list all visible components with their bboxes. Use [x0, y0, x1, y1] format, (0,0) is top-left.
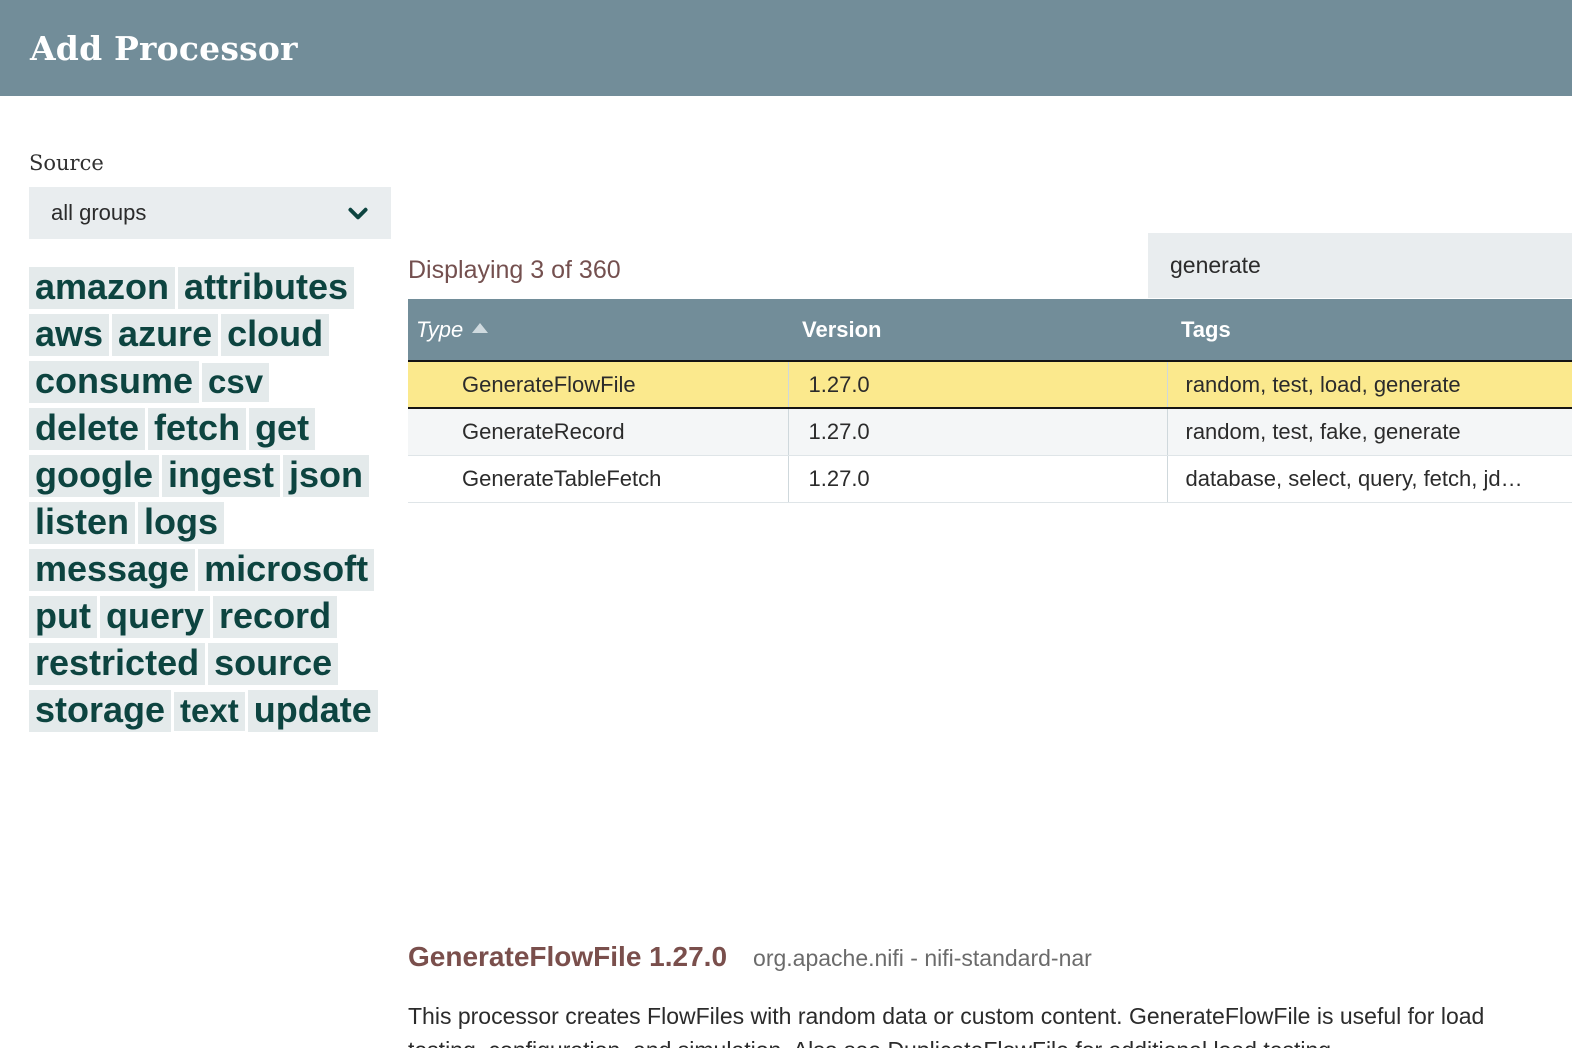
- table-body: GenerateFlowFile 1.27.0 random, test, load…: [408, 360, 1572, 503]
- table-cell-type: GenerateFlowFile: [408, 360, 788, 409]
- tag-cloud[interactable]: cloud: [221, 314, 330, 356]
- table-header: Type Version Tags: [408, 299, 1572, 361]
- table-cell-version: 1.27.0: [787, 360, 1167, 409]
- tag-csv[interactable]: csv: [202, 363, 270, 402]
- tag-record[interactable]: record: [213, 596, 338, 638]
- dialog-body: Source all groups amazon attributes aws azu…: [0, 96, 1572, 1048]
- table-cell-tags: database, select, query, fetch, jd…: [1166, 455, 1572, 503]
- results-count: Displaying 3 of 360: [408, 256, 621, 284]
- detail-description: This processor creates FlowFiles with ra…: [408, 1003, 1485, 1048]
- page-title: Add Processor: [30, 28, 298, 68]
- detail-bundle: org.apache.nifi - nifi-standard-nar: [753, 945, 1092, 971]
- tag-cloud: amazon attributes aws azure cloud consume csv d…: [29, 267, 391, 737]
- sort-ascending-icon: [472, 322, 489, 333]
- column-header-type[interactable]: Type: [408, 299, 788, 361]
- tag-message[interactable]: message: [29, 549, 196, 591]
- table-row[interactable]: GenerateRecord 1.27.0 random, test, fake, …: [408, 408, 1572, 456]
- table-row[interactable]: GenerateTableFetch 1.27.0 database, select…: [408, 455, 1572, 503]
- table-cell-tags: random, test, load, generate: [1166, 360, 1572, 409]
- table-cell-version: 1.27.0: [787, 455, 1167, 503]
- table-cell-tags: random, test, fake, generate: [1166, 408, 1572, 456]
- tag-source[interactable]: source: [208, 643, 339, 685]
- source-label: Source: [29, 151, 104, 175]
- tag-restricted[interactable]: restricted: [29, 643, 206, 685]
- source-group-select-value: all groups: [51, 200, 147, 225]
- tag-aws[interactable]: aws: [29, 314, 110, 356]
- tag-text[interactable]: text: [174, 692, 245, 731]
- table-row[interactable]: GenerateFlowFile 1.27.0 random, test, load…: [408, 360, 1572, 409]
- tag-azure[interactable]: azure: [112, 314, 219, 356]
- tag-attributes[interactable]: attributes: [178, 267, 355, 309]
- tag-fetch[interactable]: fetch: [148, 408, 247, 450]
- tag-put[interactable]: put: [29, 596, 97, 638]
- processor-table: Type Version Tags GenerateFlowFile 1.27.0…: [408, 299, 1572, 503]
- detail-headline: GenerateFlowFile 1.27.0 org.apache.nifi …: [408, 941, 1548, 973]
- tag-amazon[interactable]: amazon: [29, 267, 176, 309]
- column-header-type-label: Type: [416, 316, 464, 342]
- tag-logs[interactable]: logs: [138, 502, 225, 544]
- tag-ingest[interactable]: ingest: [161, 455, 280, 497]
- table-cell-version: 1.27.0: [787, 408, 1167, 456]
- search-input[interactable]: [1148, 233, 1572, 298]
- column-header-version[interactable]: Version: [788, 299, 1167, 361]
- tag-json[interactable]: json: [283, 455, 370, 497]
- tag-storage[interactable]: storage: [29, 690, 172, 732]
- table-header-row: Type Version Tags: [408, 299, 1572, 361]
- tag-consume[interactable]: consume: [29, 361, 200, 403]
- sidebar: Source all groups amazon attributes aws azu…: [29, 151, 391, 737]
- source-group-select[interactable]: all groups: [29, 187, 391, 239]
- processor-detail-panel: GenerateFlowFile 1.27.0 org.apache.nifi …: [408, 941, 1548, 1048]
- table-cell-type: GenerateRecord: [408, 408, 788, 456]
- chevron-down-icon: [345, 200, 371, 226]
- tag-query[interactable]: query: [99, 596, 211, 638]
- tag-update[interactable]: update: [247, 690, 378, 732]
- tag-google[interactable]: google: [29, 455, 159, 497]
- tag-microsoft[interactable]: microsoft: [198, 549, 375, 591]
- column-header-tags[interactable]: Tags: [1167, 299, 1572, 361]
- tag-delete[interactable]: delete: [29, 408, 146, 450]
- table-cell-type: GenerateTableFetch: [408, 455, 788, 503]
- tag-listen[interactable]: listen: [29, 502, 136, 544]
- dialog-header: Add Processor: [0, 0, 1572, 96]
- detail-processor-name: GenerateFlowFile 1.27.0: [408, 941, 728, 972]
- tag-get[interactable]: get: [249, 408, 316, 450]
